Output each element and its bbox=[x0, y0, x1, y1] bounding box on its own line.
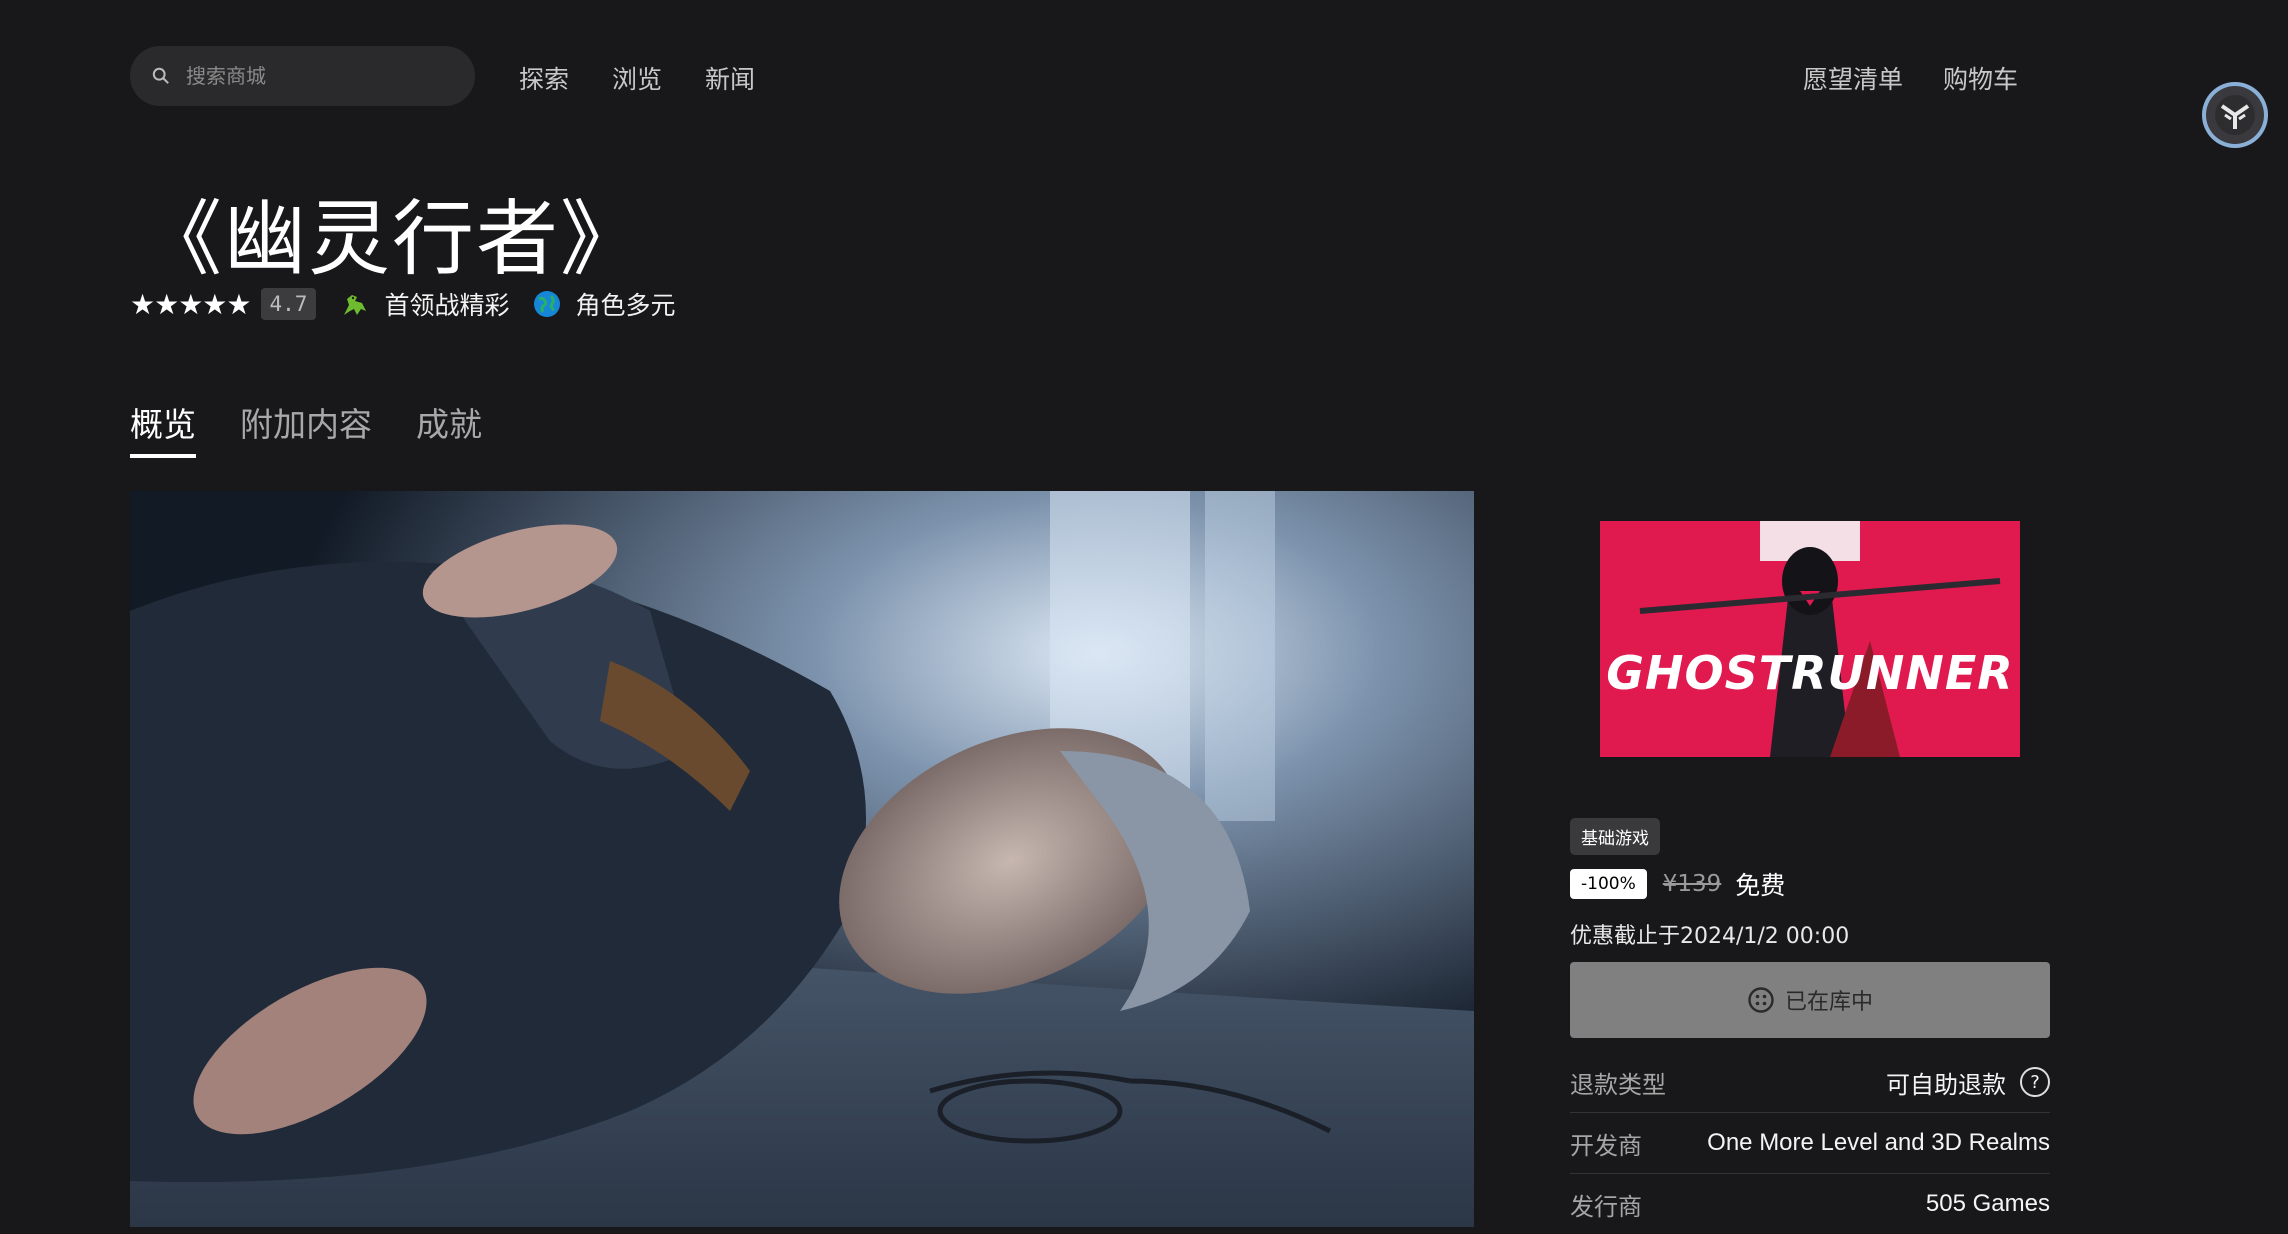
nav-news-wrap: 新闻 bbox=[705, 60, 755, 96]
nav-browse-wrap: 浏览 bbox=[612, 60, 662, 96]
nav-cart-wrap: 购物车 bbox=[1943, 60, 2018, 96]
nav-wishlist-wrap: 愿望清单 bbox=[1803, 60, 1903, 96]
search-icon bbox=[152, 67, 169, 84]
game-cover-art: GHOSTRUNNER bbox=[1600, 521, 2020, 757]
detail-key: 开发商 bbox=[1570, 1131, 1642, 1160]
nav-wishlist[interactable]: 愿望清单 bbox=[1803, 65, 1903, 94]
help-icon[interactable]: ? bbox=[2020, 1067, 2050, 1097]
tab-addons[interactable]: 附加内容 bbox=[240, 398, 372, 458]
detail-row-refund: 退款类型 可自助退款 ? bbox=[1570, 1052, 2050, 1113]
publisher-value: 505 Games bbox=[1925, 1190, 2050, 1217]
final-price: 免费 bbox=[1735, 871, 1786, 900]
rating-badge: 4.7 bbox=[260, 288, 317, 320]
detail-row-publisher: 发行商 505 Games bbox=[1570, 1174, 2050, 1234]
detail-value: 可自助退款 ? bbox=[1886, 1065, 2050, 1100]
tag-diverse-characters: 角色多元 bbox=[533, 286, 675, 322]
nav-explore[interactable]: 探索 bbox=[519, 65, 569, 94]
content-tabs: 概览 附加内容 成就 bbox=[130, 398, 482, 458]
globe-icon bbox=[534, 291, 561, 317]
avatar-logo-icon bbox=[2215, 95, 2255, 135]
detail-key: 退款类型 bbox=[1570, 1070, 1666, 1099]
refund-type-value: 可自助退款 bbox=[1886, 1070, 2006, 1099]
in-library-button[interactable]: 已在库中 bbox=[1570, 962, 2050, 1038]
detail-row-developer: 开发商 One More Level and 3D Realms bbox=[1570, 1113, 2050, 1174]
tab-achievements[interactable]: 成就 bbox=[416, 398, 482, 458]
price-row: -100% ¥139 免费 bbox=[1570, 866, 1785, 902]
search-bar[interactable] bbox=[130, 46, 475, 106]
nav-explore-wrap: 探索 bbox=[519, 60, 569, 96]
detail-key: 发行商 bbox=[1570, 1192, 1642, 1221]
cover-title: GHOSTRUNNER bbox=[1606, 646, 2013, 700]
developer-value: One More Level and 3D Realms bbox=[1707, 1129, 2050, 1156]
tag-label: 角色多元 bbox=[575, 291, 676, 320]
in-library-label: 已在库中 bbox=[1784, 990, 1873, 1015]
nav-browse[interactable]: 浏览 bbox=[612, 65, 662, 94]
user-avatar[interactable] bbox=[2202, 82, 2268, 148]
sale-end-date: 优惠截止于2024/1/2 00:00 bbox=[1570, 924, 1850, 949]
cover-image: GHOSTRUNNER bbox=[1600, 521, 2020, 757]
nav-news[interactable]: 新闻 bbox=[705, 65, 755, 94]
tab-overview[interactable]: 概览 bbox=[130, 398, 196, 458]
discount-badge: -100% bbox=[1570, 869, 1647, 899]
hero-screenshot[interactable] bbox=[130, 491, 1474, 1227]
library-icon bbox=[1748, 987, 1774, 1013]
hero-scene-image bbox=[130, 491, 1474, 1227]
base-game-badge: 基础游戏 bbox=[1570, 818, 1660, 855]
page-title: 《幽灵行者》 bbox=[140, 192, 645, 287]
tag-label: 首领战精彩 bbox=[384, 291, 510, 320]
search-input[interactable] bbox=[184, 63, 448, 89]
dinosaur-icon bbox=[344, 295, 367, 315]
original-price: ¥139 bbox=[1662, 871, 1722, 897]
nav-cart[interactable]: 购物车 bbox=[1943, 65, 2018, 94]
game-meta: ★★★★★ 4.7 首领战精彩 角色多元 bbox=[130, 286, 675, 322]
rating-stars: ★★★★★ bbox=[130, 287, 252, 321]
tag-boss-fights: 首领战精彩 bbox=[340, 286, 509, 322]
